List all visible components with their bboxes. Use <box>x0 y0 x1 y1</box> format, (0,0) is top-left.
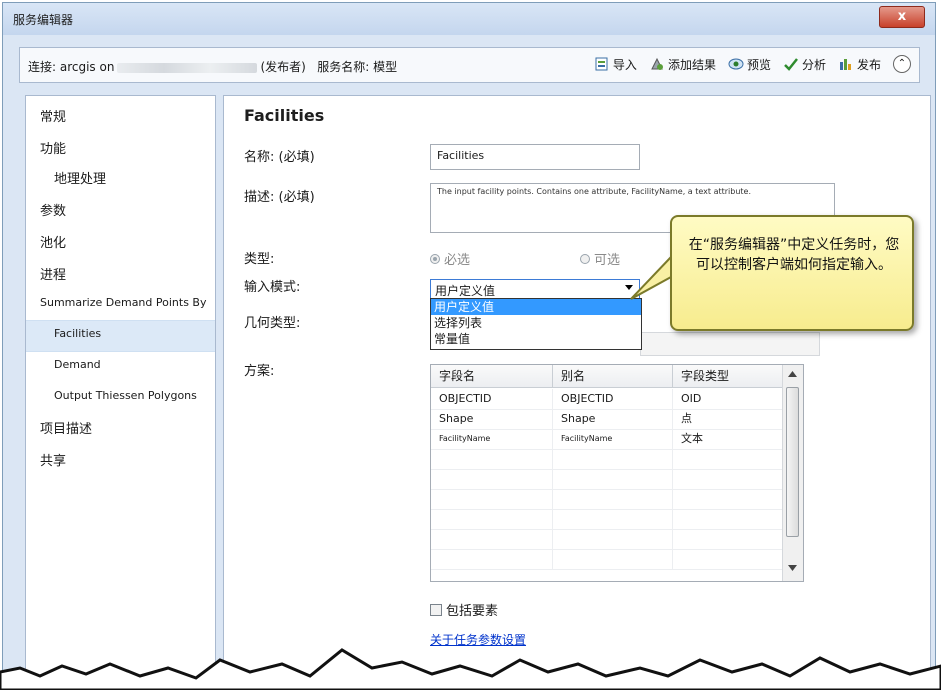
collapse-button[interactable]: ⌃ <box>893 55 911 73</box>
table-row-empty <box>431 469 783 490</box>
publish-button[interactable]: 发布 <box>838 56 881 73</box>
sidebar-item-sharing[interactable]: 共享 <box>40 450 66 469</box>
sidebar-item-capabilities[interactable]: 功能 <box>40 138 66 157</box>
geometry-type-label: 几何类型: <box>244 316 301 331</box>
table-cell: OID <box>673 389 783 409</box>
table-row-empty <box>431 529 783 550</box>
input-mode-label: 输入模式: <box>244 280 301 295</box>
type-required-radio[interactable]: 必选 <box>430 249 470 268</box>
import-icon <box>595 57 608 71</box>
add-result-button[interactable]: 添加结果 <box>649 56 716 73</box>
sidebar-item-general[interactable]: 常规 <box>40 106 66 125</box>
connection-suffix: (发布者) <box>260 60 306 74</box>
scrollbar-thumb[interactable] <box>786 387 799 537</box>
sidebar-item-demand[interactable]: Demand <box>54 358 101 371</box>
table-scrollbar[interactable] <box>782 365 803 581</box>
option-user-defined[interactable]: 用户定义值 <box>431 299 641 315</box>
type-required-label: 必选 <box>444 253 471 268</box>
table-cell: FacilityName <box>553 429 673 449</box>
table-row-empty <box>431 549 783 570</box>
service-name: 服务名称: 模型 <box>317 60 398 74</box>
analyze-button[interactable]: 分析 <box>783 56 826 73</box>
preview-button[interactable]: 预览 <box>728 56 771 73</box>
option-choice-list[interactable]: 选择列表 <box>431 315 641 331</box>
table-cell: 点 <box>673 409 783 429</box>
redacted-server-name <box>117 62 258 73</box>
table-row[interactable]: OBJECTID OBJECTID OID <box>431 389 783 410</box>
parameter-panel: Facilities 名称: (必填) Facilities 描述: (必填) … <box>223 95 931 689</box>
preview-label: 预览 <box>746 57 771 72</box>
table-row[interactable]: FacilityName FacilityName 文本 <box>431 429 783 450</box>
close-button[interactable]: x <box>879 6 925 28</box>
import-button[interactable]: 导入 <box>594 56 637 73</box>
header-field-type[interactable]: 字段类型 <box>673 365 783 387</box>
page-title: Facilities <box>244 106 325 125</box>
table-cell: OBJECTID <box>431 389 553 409</box>
schema-label: 方案: <box>244 364 275 379</box>
sidebar-item-output-thiessen[interactable]: Output Thiessen Polygons <box>54 389 197 402</box>
sidebar-item-processes[interactable]: 进程 <box>40 264 66 283</box>
toolbar-actions: 导入 添加结果 预览 分析 发布 ⌃ <box>594 55 911 73</box>
input-mode-select[interactable]: 用户定义值 <box>430 279 640 299</box>
checkbox-box <box>430 603 442 616</box>
checkmark-icon <box>784 58 798 71</box>
add-result-icon <box>651 57 663 70</box>
publish-label: 发布 <box>856 57 881 72</box>
geometry-type-select <box>640 332 820 356</box>
scroll-up-icon[interactable] <box>788 371 797 377</box>
window-title: 服务编辑器 <box>13 13 74 27</box>
name-label: 名称: (必填) <box>244 150 315 165</box>
callout-note: 在“服务编辑器”中定义任务时，您可以控制客户端如何指定输入。 <box>670 215 914 331</box>
input-mode-value: 用户定义值 <box>435 284 496 298</box>
analyze-label: 分析 <box>801 57 826 72</box>
table-row-empty <box>431 489 783 510</box>
header-field-name[interactable]: 字段名 <box>431 365 553 387</box>
sidebar-item-facilities[interactable]: Facilities <box>54 327 101 340</box>
type-label: 类型: <box>244 252 275 267</box>
scroll-down-icon[interactable] <box>788 565 797 571</box>
sidebar-item-summarize-demand[interactable]: Summarize Demand Points By <box>40 296 216 309</box>
table-row-empty <box>431 509 783 530</box>
schema-table: 字段名 别名 字段类型 OBJECTID OBJECTID OID Shape … <box>430 364 804 582</box>
include-features-checkbox[interactable]: 包括要素 <box>430 600 498 619</box>
table-cell: 文本 <box>673 429 783 449</box>
title-bar: 服务编辑器 x <box>3 3 935 35</box>
table-row-empty <box>431 449 783 470</box>
table-cell: OBJECTID <box>553 389 673 409</box>
table-header: 字段名 别名 字段类型 <box>431 365 783 388</box>
help-link[interactable]: 关于任务参数设置 <box>430 631 526 648</box>
radio-unselected-icon <box>580 253 590 264</box>
import-label: 导入 <box>612 57 637 72</box>
service-editor-window: 服务编辑器 x 连接: arcgis on (发布者) 服务名称: 模型 导入 添… <box>2 2 936 690</box>
toolbar: 连接: arcgis on (发布者) 服务名称: 模型 导入 添加结果 预览 分… <box>19 47 920 83</box>
table-cell: FacilityName <box>431 429 553 449</box>
sidebar-item-parameters[interactable]: 参数 <box>40 200 66 219</box>
radio-selected-icon <box>430 253 440 264</box>
include-features-label: 包括要素 <box>446 604 499 619</box>
sidebar: 常规 功能 地理处理 参数 池化 进程 Summarize Demand Poi… <box>25 95 216 689</box>
description-label: 描述: (必填) <box>244 190 315 205</box>
table-cell: Shape <box>431 409 553 429</box>
sidebar-item-item-description[interactable]: 项目描述 <box>40 418 92 437</box>
sidebar-item-geoprocessing[interactable]: 地理处理 <box>54 168 106 187</box>
publish-icon <box>839 59 851 70</box>
table-row[interactable]: Shape Shape 点 <box>431 409 783 430</box>
callout-pointer <box>630 255 672 300</box>
header-alias[interactable]: 别名 <box>553 365 673 387</box>
add-result-label: 添加结果 <box>667 57 716 72</box>
preview-icon <box>728 58 744 70</box>
type-optional-label: 可选 <box>594 253 621 268</box>
connection-prefix: 连接: arcgis on <box>28 60 115 74</box>
name-field[interactable]: Facilities <box>430 144 640 170</box>
sidebar-item-pooling[interactable]: 池化 <box>40 232 66 251</box>
option-constant[interactable]: 常量值 <box>431 331 641 347</box>
table-cell: Shape <box>553 409 673 429</box>
input-mode-dropdown: 用户定义值 选择列表 常量值 <box>430 298 642 350</box>
connection-info: 连接: arcgis on (发布者) 服务名称: 模型 <box>28 58 397 75</box>
callout-text: 在“服务编辑器”中定义任务时，您可以控制客户端如何指定输入。 <box>688 237 900 273</box>
type-optional-radio[interactable]: 可选 <box>580 249 620 268</box>
